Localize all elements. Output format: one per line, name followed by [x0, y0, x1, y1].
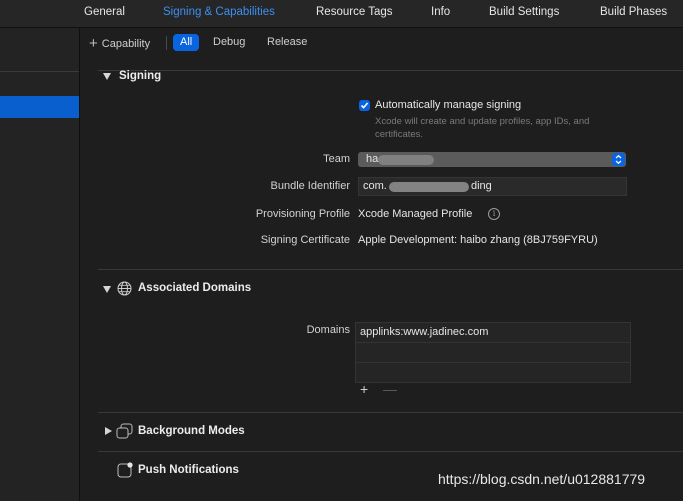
push-notifications-icon [117, 462, 133, 478]
redacted-team [378, 155, 434, 165]
filter-debug[interactable]: Debug [206, 34, 252, 51]
chevron-updown-icon [612, 153, 625, 166]
auto-manage-signing-checkbox[interactable] [359, 100, 370, 111]
background-modes-disclosure-icon[interactable] [105, 427, 112, 435]
redacted-bundle-id [389, 182, 469, 192]
provisioning-profile-value: Xcode Managed Profile [358, 208, 473, 220]
signing-section-title: Signing [119, 70, 162, 82]
push-notifications-title: Push Notifications [138, 464, 239, 476]
watermark-text: https://blog.csdn.net/u012881779 [438, 471, 646, 487]
remove-domain-button[interactable]: — [383, 381, 397, 397]
checkmark-icon [360, 102, 369, 109]
table-row[interactable] [356, 363, 630, 382]
background-modes-title: Background Modes [138, 425, 245, 437]
auto-manage-signing-label: Automatically manage signing [375, 99, 522, 111]
domains-label: Domains [306, 324, 350, 336]
table-row[interactable] [356, 343, 630, 363]
associated-domains-disclosure-icon[interactable] [103, 286, 111, 293]
filter-all[interactable]: All [173, 34, 200, 51]
auto-manage-hint: Xcode will create and update profiles, a… [375, 116, 590, 140]
add-capability-label: Capability [101, 38, 151, 50]
globe-icon [117, 281, 132, 296]
add-capability-button[interactable]: + Capability [89, 35, 150, 52]
domains-table: applinks:www.jadinec.com [355, 322, 631, 383]
team-popup[interactable]: ha [358, 152, 626, 167]
bundle-identifier-label: Bundle Identifier [270, 180, 351, 192]
tab-resource-tags[interactable]: Resource Tags [316, 6, 393, 18]
provisioning-profile-label: Provisioning Profile [255, 208, 350, 220]
targets-sidebar [0, 28, 80, 501]
section-divider [98, 451, 683, 452]
bundle-id-prefix: com. [363, 180, 387, 192]
bundle-identifier-field[interactable]: com. ding [358, 177, 627, 196]
info-icon[interactable]: i [488, 208, 500, 220]
tab-info[interactable]: Info [431, 6, 450, 18]
tab-build-settings[interactable]: Build Settings [489, 6, 559, 18]
sidebar-item-selected-target[interactable] [0, 96, 79, 118]
bundle-id-suffix: ding [471, 180, 492, 192]
filter-release[interactable]: Release [260, 34, 314, 51]
team-value: ha [366, 153, 379, 165]
tab-build-phases[interactable]: Build Phases [600, 6, 667, 18]
xcode-window: General Signing & Capabilities Resource … [0, 0, 683, 501]
team-label: Team [323, 153, 350, 165]
add-domain-button[interactable]: + [360, 381, 368, 397]
signing-certificate-label: Signing Certificate [260, 234, 350, 246]
signing-disclosure-icon[interactable] [103, 73, 111, 80]
sidebar-divider [0, 71, 79, 72]
filter-bar: + Capability All Debug Release [80, 28, 683, 57]
associated-domains-title: Associated Domains [138, 282, 252, 294]
section-divider [98, 70, 683, 71]
editor-tab-bar: General Signing & Capabilities Resource … [0, 0, 683, 28]
tab-general[interactable]: General [84, 6, 125, 18]
capabilities-editor: + Capability All Debug Release Signing Au… [80, 28, 683, 501]
domain-entry: applinks:www.jadinec.com [360, 326, 489, 338]
toolbar-separator [166, 36, 167, 50]
tab-signing-capabilities[interactable]: Signing & Capabilities [163, 6, 275, 18]
section-divider [98, 269, 683, 270]
plus-icon: + [89, 35, 98, 52]
table-row[interactable]: applinks:www.jadinec.com [356, 323, 630, 343]
background-modes-icon [116, 423, 133, 439]
section-divider [98, 412, 683, 413]
signing-certificate-value: Apple Development: haibo zhang (8BJ759FY… [358, 234, 598, 246]
